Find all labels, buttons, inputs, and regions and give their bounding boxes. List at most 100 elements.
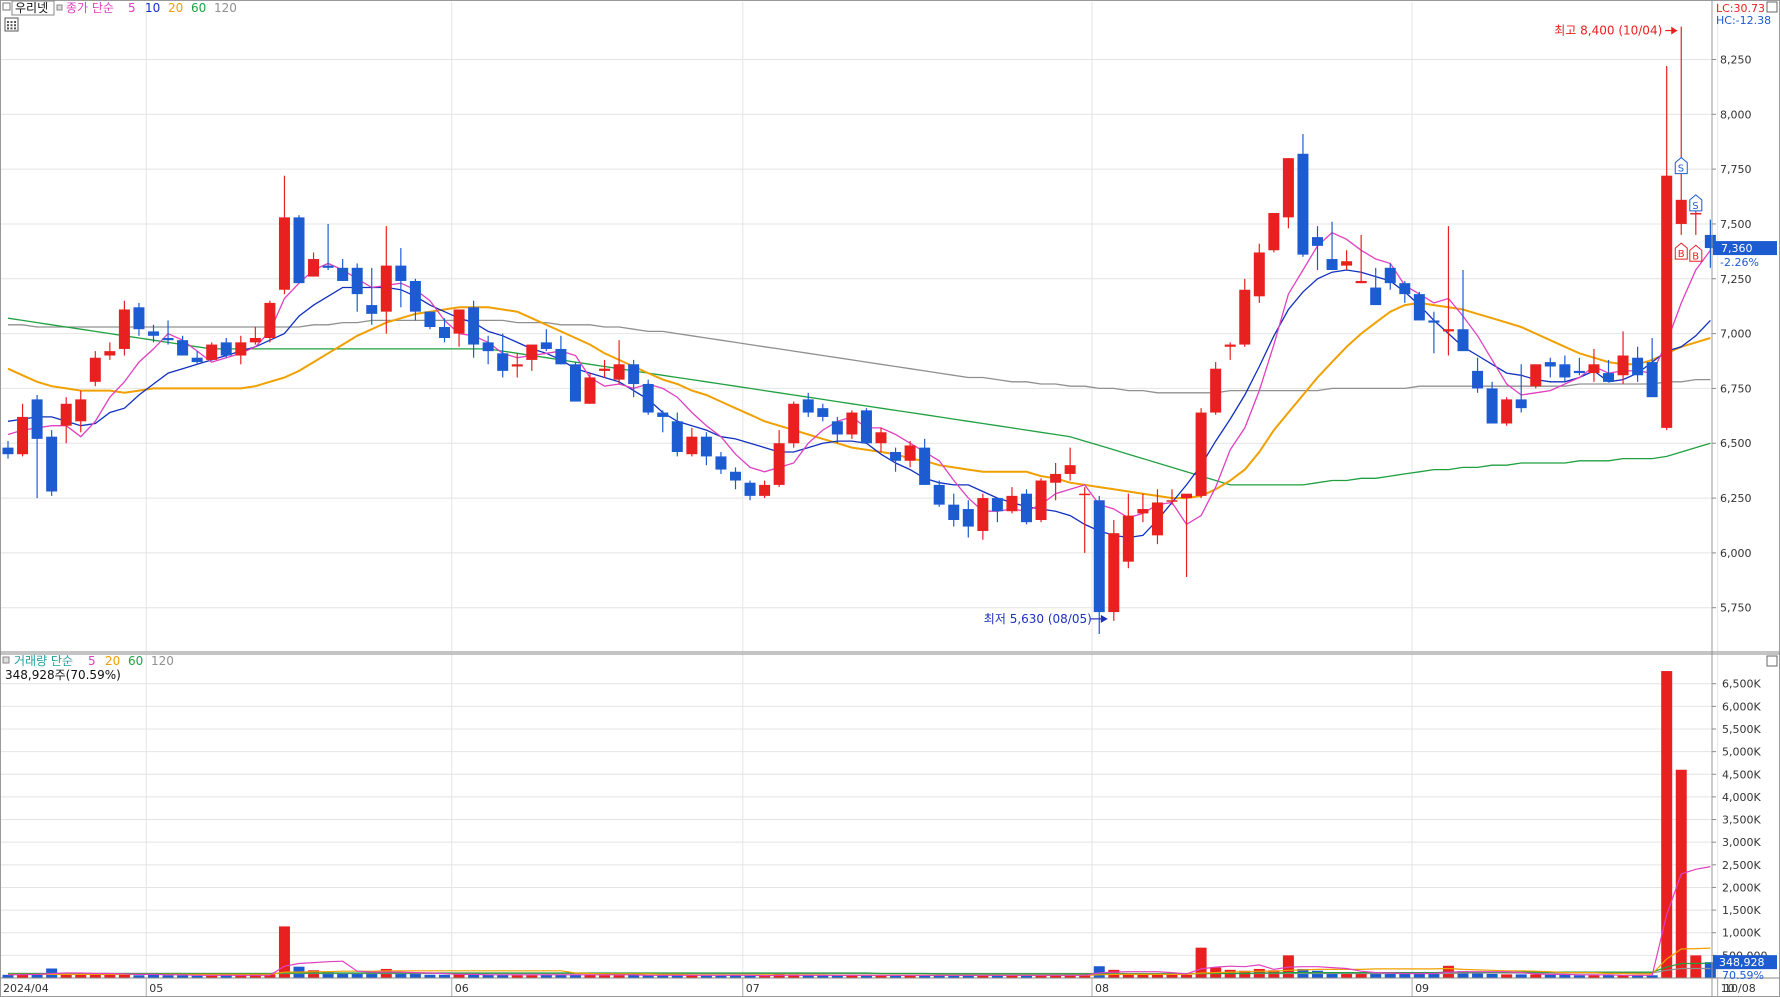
- candle-body: [686, 436, 698, 455]
- volume-tick-label: 3,500K: [1722, 814, 1761, 827]
- candle-body: [1370, 287, 1382, 306]
- candle-body: [1573, 370, 1585, 374]
- candle-body: [599, 368, 611, 371]
- volume-tick-label: 5,500K: [1722, 723, 1761, 736]
- candle-body: [1501, 399, 1513, 424]
- price-legend-period: 20: [168, 1, 183, 15]
- candle: [744, 480, 756, 501]
- candle-body: [220, 342, 232, 356]
- candle: [1224, 342, 1236, 360]
- calculator-icon-key: [7, 21, 9, 23]
- x-axis: 2024/04 05 06 07 08 09 1010/08: [0, 977, 1780, 997]
- candle-body: [366, 305, 378, 314]
- candle: [46, 430, 58, 496]
- volume-bar: [351, 973, 363, 978]
- candle-body: [264, 302, 276, 338]
- candle: [424, 311, 436, 330]
- price-tick-label: 6,000: [1720, 547, 1752, 560]
- buy-signal-marker: B: [1689, 244, 1703, 262]
- volume-last-value: 348,928주(70.59%): [5, 668, 121, 682]
- candle-body: [584, 377, 596, 404]
- candle: [1530, 364, 1542, 389]
- candle-body: [177, 340, 189, 356]
- candle: [977, 493, 989, 540]
- price-legend-period: 5: [128, 1, 136, 15]
- candle-body: [831, 421, 843, 435]
- candle: [1370, 267, 1382, 306]
- candle-body: [1486, 388, 1498, 424]
- price-tick-label: 6,250: [1720, 492, 1752, 505]
- candle-body: [1035, 480, 1047, 520]
- candle: [1355, 234, 1367, 284]
- volume-bar: [1530, 974, 1542, 978]
- candle-body: [1399, 283, 1411, 295]
- candle: [860, 408, 872, 444]
- candle: [60, 397, 72, 444]
- candle: [1253, 243, 1265, 303]
- price-tick-label: 8,250: [1720, 53, 1752, 66]
- candle-body: [540, 342, 552, 349]
- volume-bar: [366, 973, 378, 978]
- candle: [278, 175, 290, 295]
- candle-body: [1239, 289, 1251, 345]
- candle: [1413, 291, 1425, 321]
- chart-overlay: 우리넷 종가 단순 5 10 20 60 120 거래량 단순 5 20 60 120 348,928주…: [2, 0, 1777, 982]
- candle: [1297, 134, 1309, 257]
- price-legend-period: 60: [191, 1, 206, 15]
- price-tick-label: 7,250: [1720, 273, 1752, 286]
- volume-bar: [1472, 973, 1484, 978]
- candle-body: [206, 344, 218, 360]
- volume-bar: [1501, 974, 1513, 978]
- volume-bar: [278, 926, 290, 978]
- volume-bar: [1486, 973, 1498, 978]
- candle: [1050, 462, 1062, 501]
- candle: [933, 480, 945, 507]
- candle-body: [1442, 329, 1454, 332]
- candle-body: [148, 331, 159, 336]
- candle: [759, 480, 771, 499]
- candle-body: [1384, 267, 1396, 284]
- candle: [700, 432, 712, 466]
- candle: [380, 226, 392, 334]
- candle-body: [860, 410, 872, 444]
- candle-body: [788, 403, 800, 444]
- volume-tick-label: 5,000K: [1722, 746, 1761, 759]
- candle: [264, 300, 276, 343]
- candle-body: [1137, 509, 1149, 514]
- volume-bar: [1515, 974, 1527, 978]
- candle: [497, 333, 509, 378]
- candle-body: [1457, 329, 1469, 352]
- price-tick-label: 8,000: [1720, 108, 1752, 121]
- candle-body: [60, 403, 72, 426]
- current-volume-ratio: 70.59%: [1722, 969, 1764, 982]
- hc-label: HC:-12.38: [1716, 14, 1771, 27]
- candle-body: [1690, 212, 1702, 215]
- candle: [526, 344, 538, 371]
- candle-body: [1675, 199, 1687, 224]
- candle-body: [293, 217, 305, 284]
- price-tick-label: 7,750: [1720, 163, 1752, 176]
- volume-axis: 500,0001,000K1,500K2,000K2,500K3,000K3,5…: [1712, 678, 1768, 962]
- volume-bar: [1384, 973, 1396, 978]
- volume-tick-label: 3,000K: [1722, 836, 1761, 849]
- candle-body: [1646, 362, 1658, 398]
- candle-body: [1661, 175, 1673, 428]
- price-legend-label: 종가 단순: [66, 1, 114, 15]
- volume-legend-period: 120: [151, 654, 174, 668]
- candle-body: [1312, 237, 1323, 246]
- x-axis-label: 06: [455, 982, 469, 995]
- volume-bar: [1093, 966, 1105, 978]
- candle: [366, 267, 378, 325]
- price-tick-label: 7,000: [1720, 328, 1752, 341]
- candle-body: [1181, 493, 1193, 499]
- candle: [31, 395, 43, 499]
- candle-body: [875, 432, 887, 444]
- candle: [642, 379, 654, 415]
- volume-bar: [1428, 973, 1440, 978]
- signal-marker-letter: S: [1692, 201, 1698, 212]
- candle-body: [1559, 364, 1571, 378]
- candle-body: [1093, 500, 1105, 613]
- candle-body: [278, 217, 290, 290]
- signal-marker-letter: B: [1692, 251, 1699, 262]
- candle: [1442, 226, 1454, 356]
